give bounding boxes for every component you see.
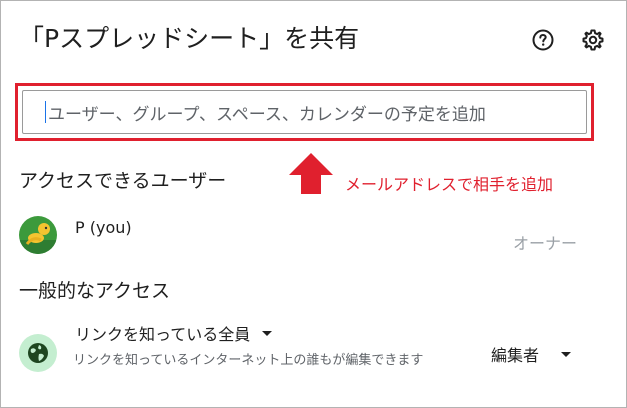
link-access-dropdown[interactable]: リンクを知っている全員	[75, 321, 273, 345]
dialog-title: 「Pスプレッドシート」を共有	[19, 24, 360, 53]
add-people-placeholder: ユーザー、グループ、スペース、カレンダーの予定を追加	[48, 104, 486, 125]
input-highlight-box: ユーザー、グループ、スペース、カレンダーの予定を追加	[15, 83, 594, 141]
user-role-owner: オーナー	[513, 234, 578, 253]
chevron-down-icon	[561, 351, 572, 357]
help-icon[interactable]	[530, 27, 556, 53]
link-access-label: リンクを知っている全員	[75, 325, 251, 344]
access-section-title: アクセスできるユーザー	[19, 170, 227, 192]
link-access-description: リンクを知っているインターネット上の誰もが編集できます	[73, 353, 424, 368]
share-dialog: 「Pスプレッドシート」を共有 ユーザー、グループ、スペース、カレンダーの予定を追…	[0, 0, 627, 408]
globe-icon	[19, 334, 57, 372]
chevron-down-icon	[262, 330, 273, 336]
role-dropdown[interactable]: 編集者	[491, 342, 572, 366]
user-name: P (you)	[75, 218, 132, 237]
annotation-text: メールアドレスで相手を追加	[345, 175, 554, 194]
general-access-title: 一般的なアクセス	[19, 280, 171, 302]
add-people-input[interactable]: ユーザー、グループ、スペース、カレンダーの予定を追加	[22, 90, 587, 134]
gear-icon[interactable]	[580, 27, 606, 53]
avatar-icon	[19, 216, 57, 254]
red-up-arrow-icon	[287, 153, 335, 199]
text-caret	[45, 101, 46, 123]
role-label: 編集者	[491, 346, 540, 365]
